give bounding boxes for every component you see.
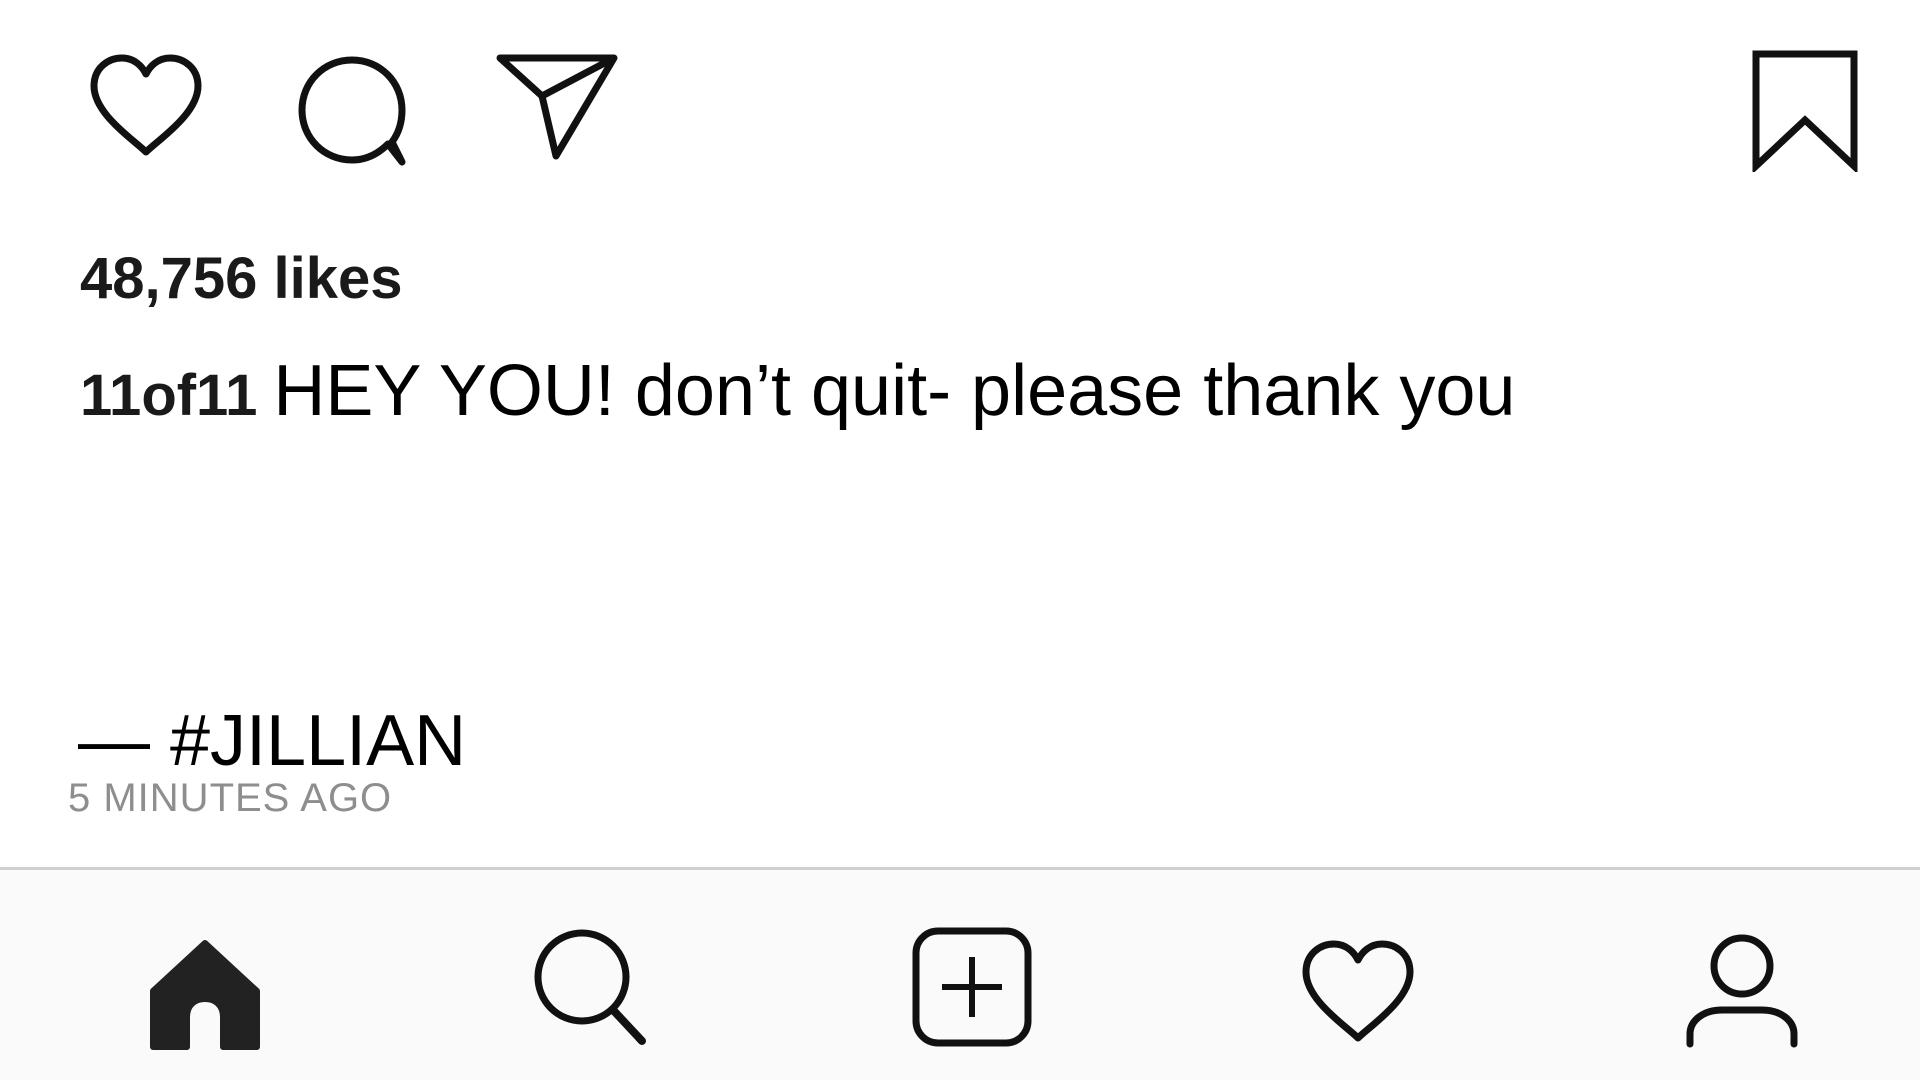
search-icon[interactable]: [530, 925, 650, 1050]
post-timestamp: 5 MINUTES AGO: [68, 776, 393, 820]
home-icon[interactable]: [145, 935, 265, 1055]
post-screen: 48,756 likes 11of11 HEY YOU! don’t quit- …: [0, 0, 1920, 1080]
paper-plane-icon[interactable]: [496, 52, 620, 164]
caption-username[interactable]: 11of11: [80, 363, 257, 428]
comment-bubble-icon[interactable]: [292, 50, 412, 170]
likes-count[interactable]: 48,756 likes: [80, 245, 403, 312]
add-post-icon[interactable]: [910, 925, 1034, 1049]
heart-outline-icon[interactable]: [86, 52, 206, 162]
caption-signature: — #JILLIAN: [78, 701, 467, 781]
profile-icon[interactable]: [1682, 930, 1802, 1050]
bookmark-icon[interactable]: [1750, 50, 1860, 172]
activity-heart-icon[interactable]: [1298, 938, 1418, 1046]
caption-text: HEY YOU! don’t quit- please thank you: [273, 351, 1516, 431]
post-caption: 11of11 HEY YOU! don’t quit- please thank …: [80, 350, 1515, 432]
post-action-bar: [0, 0, 1920, 190]
bottom-tab-bar: [0, 867, 1920, 1080]
